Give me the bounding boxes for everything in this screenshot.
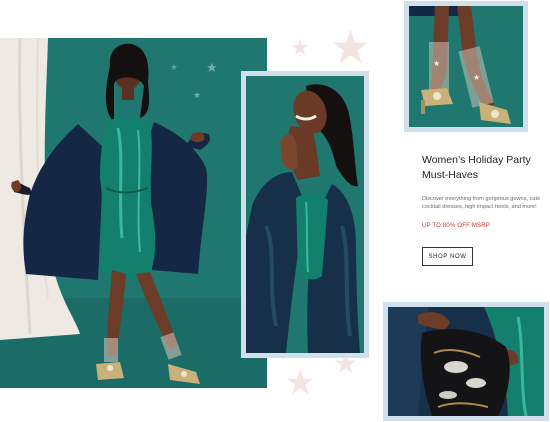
promo-description: Discover everything from gorgeous gowns,… — [422, 196, 541, 211]
portrait-photo[interactable] — [246, 76, 364, 353]
star-icon: ★ — [290, 36, 310, 61]
star-icon: ★ — [433, 59, 440, 68]
shoes-photo[interactable]: ★ ★ — [409, 6, 523, 127]
promo-title: Women’s Holiday Party Must-Haves — [422, 153, 544, 183]
hero-photo-art: ★ ★ ★ — [0, 38, 267, 388]
bag-photo-art — [388, 307, 544, 416]
shoes-photo-art: ★ ★ — [409, 6, 523, 127]
portrait-photo-art — [246, 76, 364, 353]
star-icon: ★ — [193, 91, 201, 101]
shop-now-button[interactable]: SHOP NOW — [422, 247, 473, 266]
hero-photo[interactable]: ★ ★ ★ — [0, 38, 267, 388]
star-icon: ★ — [170, 63, 178, 73]
star-icon: ★ — [330, 20, 372, 74]
star-icon: ★ — [473, 73, 480, 82]
star-icon: ★ — [206, 61, 218, 76]
bag-photo[interactable] — [388, 307, 544, 416]
promo-offer: UP TO 80% OFF MSRP — [422, 222, 490, 229]
promo-panel: Women’s Holiday Party Must-Haves Discove… — [422, 153, 544, 266]
promo-title-line2: Must-Haves — [422, 169, 479, 181]
promo-title-line1: Women’s Holiday Party — [422, 154, 531, 166]
star-icon: ★ — [285, 363, 316, 403]
